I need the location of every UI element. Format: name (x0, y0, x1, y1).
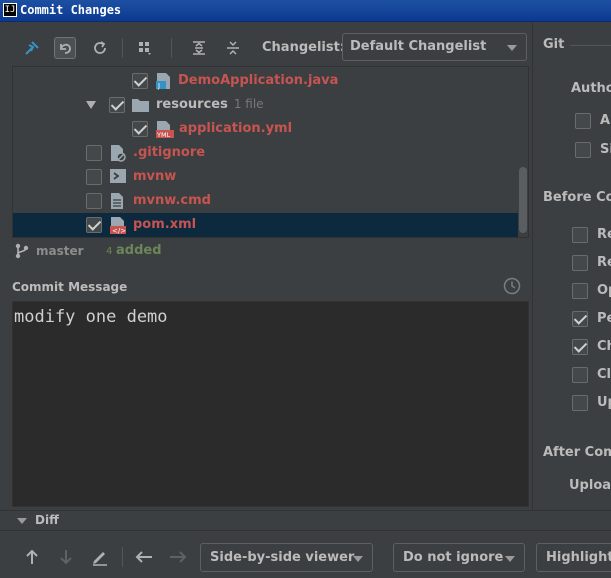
file-checkbox[interactable] (86, 217, 102, 233)
expand-all-icon[interactable] (188, 37, 210, 59)
file-name: DemoApplication.java (178, 73, 339, 88)
yml-file-icon: YML (156, 120, 174, 139)
shell-file-icon (110, 169, 126, 187)
toolbar-separator (171, 38, 172, 58)
edit-source-icon[interactable] (89, 546, 111, 568)
toolbar-separator (122, 547, 123, 567)
file-checkbox[interactable] (86, 169, 102, 185)
group-by-icon[interactable] (134, 37, 156, 59)
collapse-all-icon[interactable] (222, 37, 244, 59)
file-checkbox[interactable] (132, 73, 148, 89)
tree-row[interactable]: mvnw.cmd (13, 189, 518, 213)
tree-row[interactable]: mvnw (13, 165, 518, 189)
svg-text:J: J (157, 82, 160, 90)
text-file-icon (110, 192, 126, 210)
tree-scrollbar[interactable] (519, 167, 527, 233)
previous-difference-icon[interactable] (21, 546, 43, 568)
folder-checkbox[interactable] (109, 97, 125, 113)
branch-name: master (36, 244, 84, 258)
svg-text:YML: YML (156, 131, 171, 138)
diff-label: Diff (35, 513, 59, 527)
tree-row[interactable]: .gitignore (13, 141, 518, 165)
file-checkbox[interactable] (86, 145, 102, 161)
show-diff-icon[interactable] (21, 37, 43, 59)
ignore-file-icon (110, 144, 126, 162)
viewer-dropdown-value: Side-by-side viewer (210, 550, 355, 565)
branch-icon (15, 243, 29, 259)
expand-arrow-icon[interactable] (86, 101, 96, 109)
author-section-title: Autho (571, 81, 611, 96)
commit-message-input[interactable]: modify one demo (12, 301, 529, 507)
divider (0, 530, 611, 531)
file-checkbox[interactable] (86, 193, 102, 209)
file-name: application.yml (179, 121, 293, 136)
highlight-dropdown-value: Highlight (546, 550, 611, 565)
changelist-label: Changelist: (262, 40, 346, 55)
tree-row-selected[interactable]: </> pom.xml (13, 213, 518, 237)
app-logo-icon: IJ (3, 3, 17, 17)
added-count: 4 (106, 246, 113, 257)
tree-row[interactable]: resources 1 file (13, 93, 518, 117)
upload-label: Uploa (569, 478, 611, 493)
file-name: pom.xml (133, 217, 197, 232)
update-copyright-label: Up (597, 395, 611, 410)
optimize-imports-checkbox[interactable] (572, 283, 588, 299)
added-label: added (116, 243, 162, 258)
file-name: mvnw (133, 169, 177, 184)
before-commit-title: Before Com (543, 190, 611, 205)
ignore-whitespace-dropdown[interactable]: Do not ignore (393, 543, 525, 572)
window-title: Commit Changes (20, 3, 122, 17)
check-todo-label: Ch (597, 339, 611, 354)
check-todo-checkbox[interactable] (572, 339, 588, 355)
tree-row[interactable]: YML application.yml (13, 117, 518, 141)
rearrange-code-checkbox[interactable] (572, 255, 588, 271)
svg-text:</>: </> (112, 227, 126, 234)
highlight-dropdown[interactable]: Highlight (536, 543, 611, 572)
forward-arrow-icon[interactable] (167, 546, 189, 568)
commit-message-label: Commit Message (12, 280, 128, 294)
xml-file-icon: </> (110, 216, 126, 235)
viewer-dropdown[interactable]: Side-by-side viewer (200, 543, 373, 572)
git-section-title: Git (543, 37, 565, 52)
clock-icon[interactable] (503, 277, 521, 295)
amend-checkbox[interactable] (575, 113, 591, 129)
changelist-dropdown[interactable]: Default Changelist (342, 33, 527, 61)
chevron-down-icon (507, 45, 517, 51)
after-commit-title: After Comm (543, 445, 611, 460)
reformat-code-checkbox[interactable] (572, 227, 588, 243)
rearrange-code-label: Re (597, 255, 611, 270)
folder-icon (132, 98, 149, 116)
update-copyright-checkbox[interactable] (572, 395, 588, 411)
folder-name: resources 1 file (156, 97, 264, 112)
rollback-icon[interactable] (54, 37, 76, 59)
file-name: .gitignore (133, 145, 206, 160)
chevron-down-icon (353, 555, 363, 562)
changelist-dropdown-value: Default Changelist (350, 39, 487, 54)
cleanup-checkbox[interactable] (572, 367, 588, 383)
tree-row[interactable]: J DemoApplication.java (13, 69, 518, 93)
signoff-label: Si (600, 142, 611, 157)
amend-label: A (600, 113, 611, 128)
perform-analysis-checkbox[interactable] (572, 311, 588, 327)
file-checkbox[interactable] (132, 121, 148, 137)
collapse-arrow-icon[interactable] (17, 518, 27, 524)
java-file-icon: J (156, 72, 172, 90)
back-arrow-icon[interactable] (133, 546, 155, 568)
chevron-down-icon (505, 555, 515, 562)
toolbar-separator (122, 38, 123, 58)
section-divider (570, 45, 611, 46)
ignore-dropdown-value: Do not ignore (403, 550, 504, 565)
optimize-imports-label: Op (597, 283, 611, 298)
changed-files-tree[interactable]: J DemoApplication.java resources 1 file Y… (12, 66, 529, 238)
reformat-code-label: Re (597, 227, 611, 242)
refresh-icon[interactable] (89, 37, 111, 59)
file-count: 1 file (233, 97, 264, 111)
cleanup-label: Cl (597, 367, 611, 382)
signoff-checkbox[interactable] (575, 142, 591, 158)
next-difference-icon[interactable] (55, 546, 77, 568)
file-name: mvnw.cmd (133, 193, 211, 208)
perform-analysis-label: Pe (597, 311, 611, 326)
